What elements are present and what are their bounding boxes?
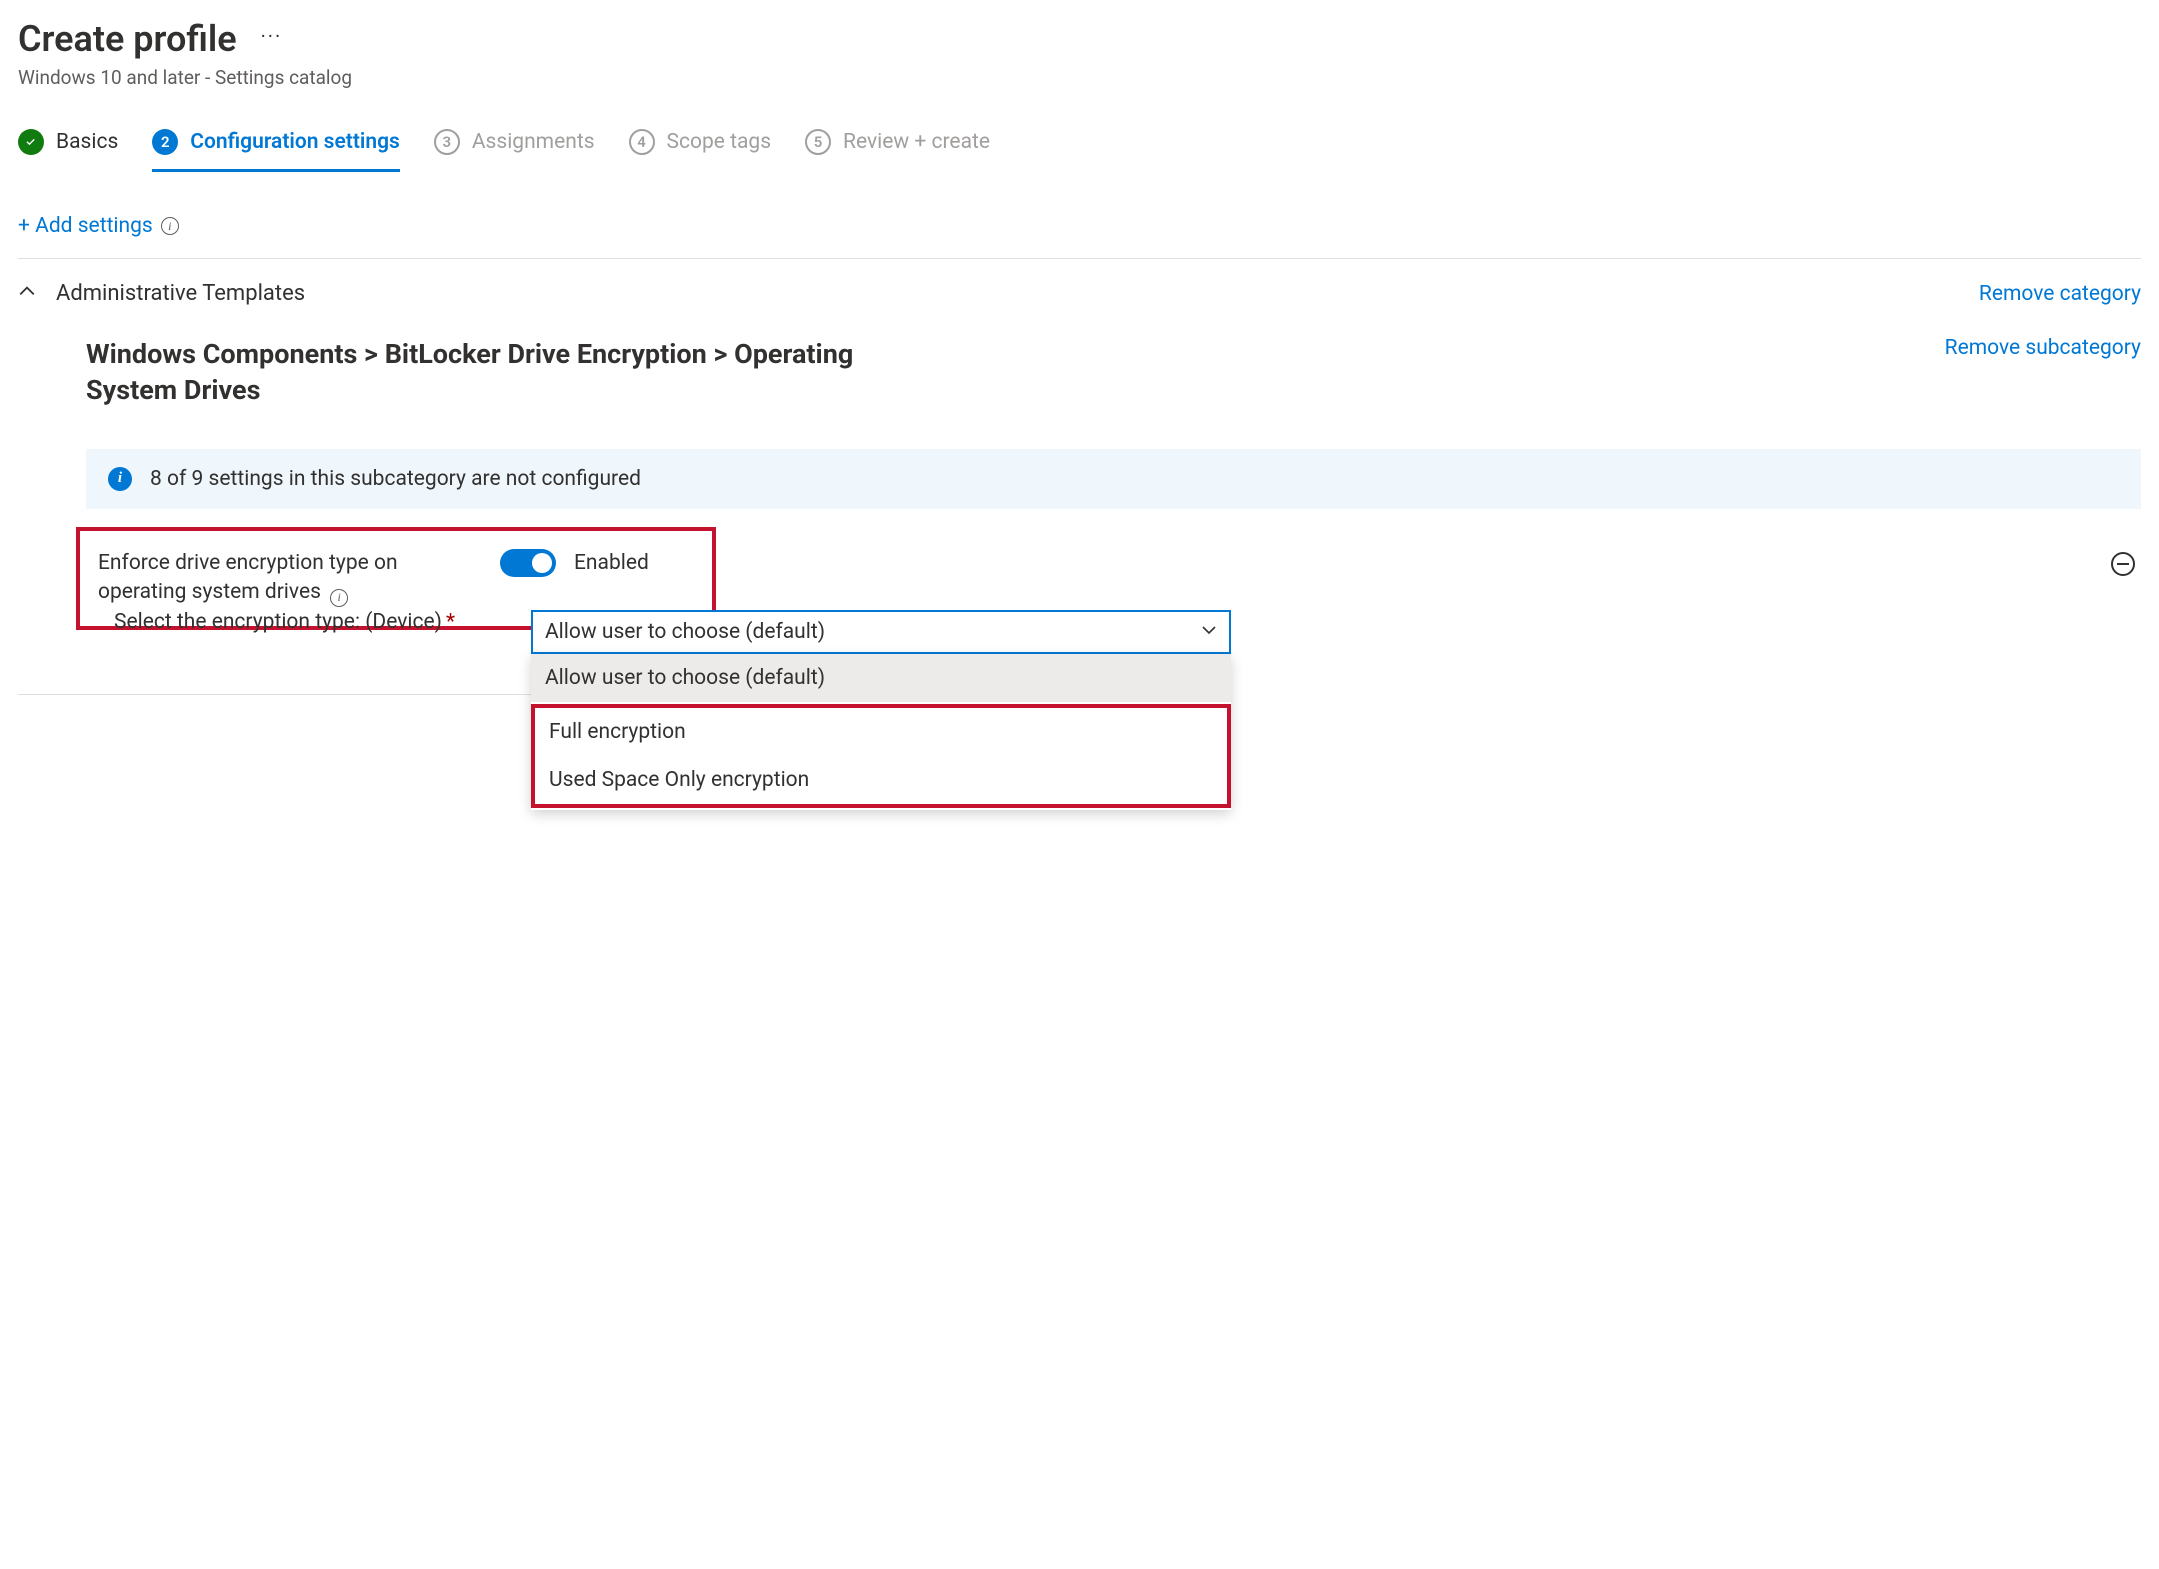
remove-category-link[interactable]: Remove category — [1979, 282, 2141, 306]
toggle-enforce-encryption[interactable] — [500, 549, 556, 577]
step-assignments[interactable]: 3 Assignments — [434, 129, 595, 172]
info-banner: i 8 of 9 settings in this subcategory ar… — [86, 449, 2141, 509]
step-label: Basics — [56, 130, 118, 154]
wizard-stepper: Basics 2 Configuration settings 3 Assign… — [18, 129, 2141, 172]
select-encryption-type[interactable]: Allow user to choose (default) — [531, 610, 1231, 654]
chevron-up-icon[interactable] — [18, 282, 36, 306]
option-allow-user-choose[interactable]: Allow user to choose (default) — [531, 654, 1231, 702]
step-review-create[interactable]: 5 Review + create — [805, 129, 990, 172]
step-number-icon: 4 — [629, 129, 655, 155]
dropdown-encryption-type: Allow user to choose (default) Full encr… — [531, 654, 1231, 810]
more-actions-ellipsis-icon[interactable]: ··· — [261, 24, 283, 54]
option-used-space-only[interactable]: Used Space Only encryption — [535, 756, 1227, 804]
step-configuration-settings[interactable]: 2 Configuration settings — [152, 129, 400, 172]
subcategory-title: Windows Components > BitLocker Drive Enc… — [86, 336, 886, 409]
checkmark-icon — [18, 129, 44, 155]
field-label-encryption-type: Select the encryption type: (Device) — [114, 610, 442, 634]
highlighted-options: Full encryption Used Space Only encrypti… — [531, 704, 1231, 808]
chevron-down-icon — [1201, 620, 1217, 644]
option-full-encryption[interactable]: Full encryption — [535, 708, 1227, 756]
step-number-icon: 5 — [805, 129, 831, 155]
step-scope-tags[interactable]: 4 Scope tags — [629, 129, 772, 172]
step-basics[interactable]: Basics — [18, 129, 118, 172]
step-number-icon: 3 — [434, 129, 460, 155]
category-title: Administrative Templates — [56, 281, 305, 306]
toggle-state-label: Enabled — [574, 551, 649, 575]
step-number-icon: 2 — [152, 129, 178, 155]
banner-text: 8 of 9 settings in this subcategory are … — [150, 467, 641, 491]
step-label: Assignments — [472, 130, 595, 154]
info-icon[interactable]: i — [330, 589, 348, 607]
step-label: Review + create — [843, 130, 990, 154]
info-icon: i — [108, 467, 132, 491]
step-label: Configuration settings — [190, 130, 400, 154]
remove-subcategory-link[interactable]: Remove subcategory — [1945, 336, 2141, 360]
info-icon[interactable]: i — [161, 217, 179, 235]
divider — [18, 258, 2141, 259]
step-label: Scope tags — [667, 130, 772, 154]
select-value: Allow user to choose (default) — [545, 620, 825, 644]
remove-setting-icon[interactable] — [2111, 552, 2135, 576]
add-settings-link[interactable]: + Add settings — [18, 214, 153, 238]
required-asterisk: * — [446, 610, 455, 634]
setting-label: Enforce drive encryption type on operati… — [98, 549, 438, 608]
page-title: Create profile — [18, 18, 237, 60]
page-subtitle: Windows 10 and later - Settings catalog — [18, 66, 2141, 89]
